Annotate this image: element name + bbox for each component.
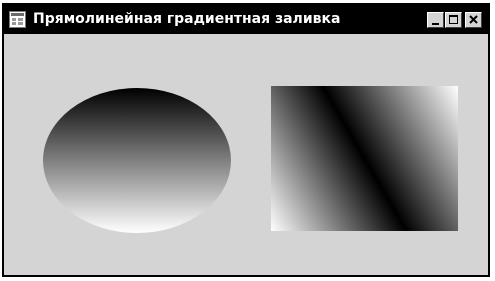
gradient-ellipse: [43, 88, 231, 233]
minimize-button[interactable]: [427, 12, 444, 28]
window-title: Прямолинейная градиентная заливка: [33, 11, 341, 27]
app-window: Прямолинейная градиентная заливка: [2, 3, 490, 277]
close-button[interactable]: [465, 12, 482, 28]
title-bar[interactable]: Прямолинейная градиентная заливка: [4, 5, 488, 34]
gradient-rectangle: [271, 86, 458, 231]
client-area: [4, 34, 488, 275]
maximize-icon: [449, 15, 458, 24]
app-form-icon[interactable]: [9, 11, 26, 28]
maximize-button[interactable]: [445, 12, 462, 28]
minimize-icon: [432, 23, 439, 25]
close-icon: [469, 15, 478, 24]
